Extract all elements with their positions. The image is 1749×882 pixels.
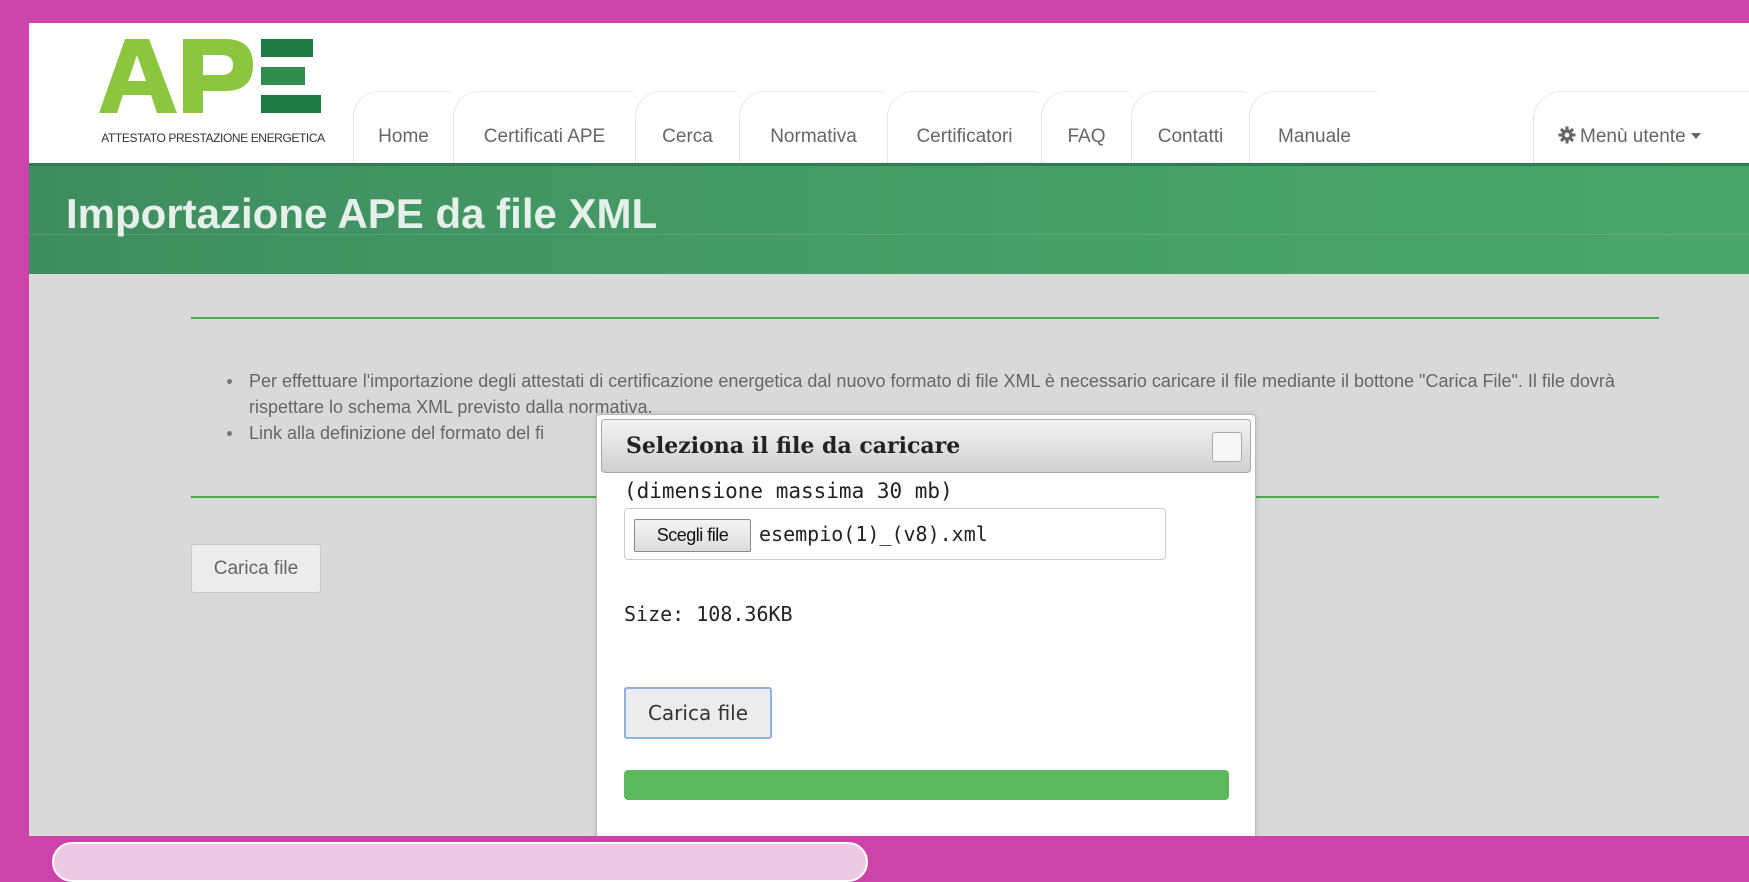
upload-progress-bar xyxy=(624,770,1229,800)
tab-cerca[interactable]: Cerca xyxy=(635,91,739,163)
file-upload-dialog: Seleziona il file da caricare (dimension… xyxy=(596,414,1256,836)
user-menu-label: Menù utente xyxy=(1580,126,1686,147)
tab-label: Manuale xyxy=(1278,126,1351,147)
max-size-hint: (dimensione massima 30 mb) xyxy=(624,479,953,503)
tab-label: Normativa xyxy=(770,126,857,147)
tab-label: Cerca xyxy=(662,126,713,147)
tab-contatti[interactable]: Contatti xyxy=(1131,91,1249,163)
tab-certificatori[interactable]: Certificatori xyxy=(887,91,1041,163)
file-input[interactable]: Scegli file esempio(1)_(v8).xml xyxy=(624,508,1166,560)
tab-normativa[interactable]: Normativa xyxy=(739,91,887,163)
selected-file-name: esempio(1)_(v8).xml xyxy=(759,522,988,546)
user-menu[interactable]: Menù utente xyxy=(1533,91,1749,163)
tab-manuale[interactable]: Manuale xyxy=(1249,91,1379,163)
tab-certificati-ape[interactable]: Certificati APE xyxy=(453,91,635,163)
page-title-band: Importazione APE da file XML xyxy=(29,166,1749,274)
tab-faq[interactable]: FAQ xyxy=(1041,91,1131,163)
ape-logo[interactable]: ATTESTATO PRESTAZIONE ENERGETICA xyxy=(97,35,329,147)
file-size-label: Size: 108.36KB xyxy=(624,602,793,626)
header: ATTESTATO PRESTAZIONE ENERGETICA Home Ce… xyxy=(29,23,1749,163)
upload-progress-fill xyxy=(624,770,1229,800)
tab-label: FAQ xyxy=(1067,126,1106,147)
dialog-close-button[interactable] xyxy=(1212,432,1242,462)
tab-label: Certificatori xyxy=(916,126,1013,147)
dialog-titlebar[interactable]: Seleziona il file da caricare xyxy=(601,419,1251,473)
app-window: ATTESTATO PRESTAZIONE ENERGETICA Home Ce… xyxy=(29,23,1749,836)
info-item: Per effettuare l'importazione degli atte… xyxy=(227,368,1649,420)
dialog-upload-button[interactable]: Carica file xyxy=(624,687,772,739)
upload-file-button[interactable]: Carica file xyxy=(191,544,321,593)
logo-subtitle: ATTESTATO PRESTAZIONE ENERGETICA xyxy=(101,131,325,145)
caret-down-icon xyxy=(1690,133,1701,139)
content-divider-top xyxy=(191,317,1659,319)
dialog-title: Seleziona il file da caricare xyxy=(626,433,961,459)
gear-icon xyxy=(1558,126,1576,144)
tab-label: Home xyxy=(378,126,429,147)
ape-logo-mark xyxy=(99,39,321,113)
tab-label: Contatti xyxy=(1157,126,1224,147)
user-menu-label-wrap: Menù utente xyxy=(1558,126,1701,148)
page-title: Importazione APE da file XML xyxy=(66,190,658,237)
bottom-overlay-bar xyxy=(52,842,868,882)
tab-label: Certificati APE xyxy=(483,126,606,147)
choose-file-button[interactable]: Scegli file xyxy=(634,519,751,552)
tab-home[interactable]: Home xyxy=(353,91,453,163)
